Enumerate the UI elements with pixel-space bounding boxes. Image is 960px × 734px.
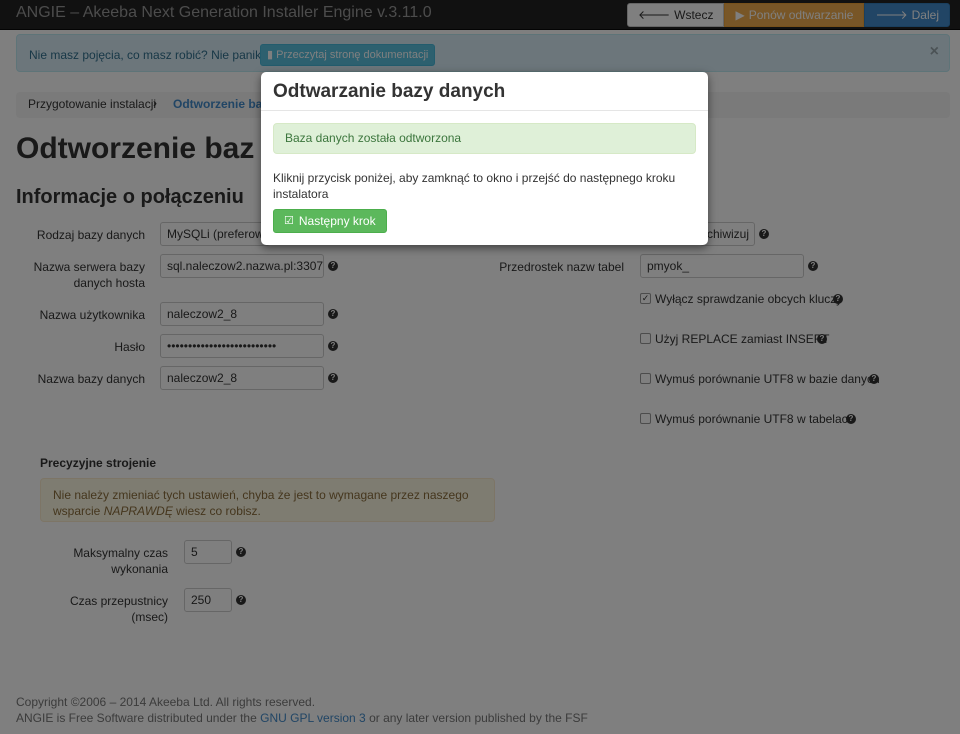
modal-body-text: Kliknij przycisk poniżej, aby zamknąć to… <box>273 171 676 201</box>
modal-title: Odtwarzanie bazy danych <box>273 81 506 102</box>
modal-divider <box>261 110 708 111</box>
restore-modal: Odtwarzanie bazy danych Baza danych zost… <box>261 72 708 245</box>
check-icon: ☑ <box>284 215 294 227</box>
success-alert: Baza danych została odtworzona <box>273 123 696 154</box>
next-step-button[interactable]: ☑ Następny krok <box>273 209 387 233</box>
